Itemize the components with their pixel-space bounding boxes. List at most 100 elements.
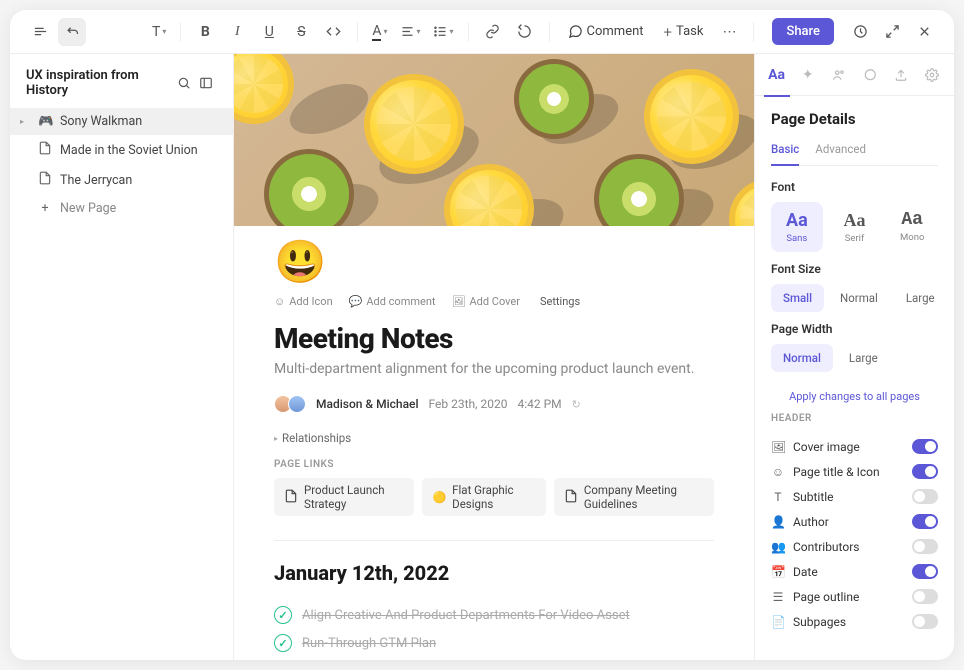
toggle-switch[interactable]	[912, 514, 938, 529]
panel-tab-ai[interactable]: ✦	[793, 60, 823, 90]
link-button[interactable]	[479, 18, 507, 46]
header-toggle-row: 📅Date	[771, 559, 938, 584]
details-panel: Aa ✦ Page Details Basic A	[754, 54, 954, 660]
sidebar-item[interactable]: ▸🎮Sony Walkman	[10, 108, 233, 135]
page-links-label: PAGE LINKS	[274, 459, 714, 470]
header-toggle-row: 👥Contributors	[771, 534, 938, 559]
search-icon[interactable]	[173, 72, 195, 94]
list-button[interactable]: ▾	[429, 18, 458, 46]
page-time: 4:42 PM	[517, 397, 561, 411]
more-icon[interactable]: ⋯	[715, 18, 743, 46]
apply-all-link[interactable]: Apply changes to all pages	[771, 390, 938, 403]
subtab-basic[interactable]: Basic	[771, 142, 799, 166]
italic-button[interactable]: I	[223, 18, 251, 46]
panel-tab-comments[interactable]	[855, 60, 885, 90]
page-width-label: Page Width	[771, 322, 938, 336]
page-authors: Madison & Michael Feb 23th, 2020 4:42 PM…	[274, 395, 714, 413]
page-title[interactable]: Meeting Notes	[274, 322, 714, 355]
section-heading[interactable]: January 12th, 2022	[274, 561, 714, 585]
toggle-switch[interactable]	[912, 489, 938, 504]
font-label: Font	[771, 180, 938, 194]
panel-tab-export[interactable]	[886, 60, 916, 90]
panel-title: Page Details	[771, 110, 938, 128]
toggle-switch[interactable]	[912, 539, 938, 554]
toggle-switch[interactable]	[912, 614, 938, 629]
size-option[interactable]: Normal	[828, 284, 890, 312]
page-meta-actions: ☺ Add Icon 💬 Add comment 🖼 Add Cover Set…	[274, 295, 714, 308]
header-toggle-row: ☺Page title & Icon	[771, 459, 938, 484]
image-icon: 🖼	[771, 440, 785, 454]
code-button[interactable]	[319, 18, 347, 46]
font-size-label: Font Size	[771, 262, 938, 276]
text-icon: T	[771, 490, 785, 504]
font-option[interactable]: AaSans	[771, 202, 823, 252]
task-button[interactable]: +Task	[656, 18, 712, 46]
share-button[interactable]: Share	[772, 18, 834, 45]
panel-tab-settings[interactable]	[917, 60, 947, 90]
toggle-switch[interactable]	[912, 564, 938, 579]
toggle-switch[interactable]	[912, 464, 938, 479]
close-icon[interactable]	[910, 18, 938, 46]
sidebar-item[interactable]: Made in the Soviet Union	[10, 135, 233, 165]
add-comment-button[interactable]: 💬 Add comment	[349, 295, 436, 308]
sidebar: UX inspiration from History ▸🎮Sony Walkm…	[10, 54, 234, 660]
sidebar-title: UX inspiration from History	[26, 68, 173, 98]
text-color-button[interactable]: A▾	[368, 18, 391, 46]
toggle-switch[interactable]	[912, 439, 938, 454]
refresh-icon[interactable]: ↻	[572, 398, 581, 411]
page-date: Feb 23th, 2020	[429, 397, 508, 411]
width-option[interactable]: Large	[837, 344, 890, 372]
author-names: Madison & Michael	[316, 397, 419, 411]
page-link-chip[interactable]: Company Meeting Guidelines	[554, 478, 714, 516]
new-page-button[interactable]: +New Page	[10, 195, 233, 222]
comment-button[interactable]: Comment	[560, 18, 652, 46]
header-toggle-row: ☰Page outline	[771, 584, 938, 609]
toggle-switch[interactable]	[912, 589, 938, 604]
page-subtitle[interactable]: Multi-department alignment for the upcom…	[274, 361, 714, 377]
app-window: T▾ B I U S A▾ ▾ ▾ Comment +Task ⋯	[10, 10, 954, 660]
underline-button[interactable]: U	[255, 18, 283, 46]
subtab-advanced[interactable]: Advanced	[815, 142, 866, 165]
expand-icon[interactable]	[878, 18, 906, 46]
toolbar: T▾ B I U S A▾ ▾ ▾ Comment +Task ⋯	[10, 10, 954, 54]
panel-tab-typography[interactable]: Aa	[762, 60, 792, 90]
task-item[interactable]: ✓Align Creative And Product Departments …	[274, 601, 714, 629]
font-option[interactable]: AaMono	[886, 202, 938, 252]
page-link-chip[interactable]: 🟡Flat Graphic Designs	[422, 478, 545, 516]
people-icon: 👥	[771, 540, 785, 554]
font-option[interactable]: AaSerif	[829, 202, 881, 252]
page-link-chip[interactable]: Product Launch Strategy	[274, 478, 414, 516]
task-item[interactable]: Review Copy Snippet With All Stakeholder…	[274, 657, 714, 660]
back-icon[interactable]	[58, 18, 86, 46]
task-checkbox[interactable]: ✓	[274, 606, 292, 624]
cover-image	[234, 54, 754, 226]
avatar	[288, 395, 306, 413]
collapse-sidebar-icon[interactable]	[195, 72, 217, 94]
task-checkbox[interactable]: ✓	[274, 634, 292, 652]
sidebar-item[interactable]: The Jerrycan	[10, 165, 233, 195]
text-style-button[interactable]: T▾	[148, 18, 170, 46]
size-option[interactable]: Small	[771, 284, 824, 312]
task-item[interactable]: ✓Run-Through GTM Plan	[274, 629, 714, 657]
undo-format-button[interactable]	[511, 18, 539, 46]
bold-button[interactable]: B	[191, 18, 219, 46]
size-option[interactable]: Large	[894, 284, 947, 312]
main-content: 😃 ☺ Add Icon 💬 Add comment 🖼 Add Cover S…	[234, 54, 754, 660]
pages-icon: 📄	[771, 615, 785, 629]
add-icon-button[interactable]: ☺ Add Icon	[274, 295, 333, 308]
header-toggle-row: 👤Author	[771, 509, 938, 534]
relationships-toggle[interactable]: ▸Relationships	[274, 431, 714, 445]
smile-icon: ☺	[771, 465, 785, 479]
header-toggle-row: TSubtitle	[771, 484, 938, 509]
menu-icon[interactable]	[26, 18, 54, 46]
panel-tab-people[interactable]	[824, 60, 854, 90]
page-settings-button[interactable]: Settings	[540, 295, 580, 308]
width-option[interactable]: Normal	[771, 344, 833, 372]
page-emoji[interactable]: 😃	[274, 238, 714, 287]
add-cover-button[interactable]: 🖼 Add Cover	[452, 295, 520, 308]
history-icon[interactable]	[846, 18, 874, 46]
align-button[interactable]: ▾	[396, 18, 425, 46]
header-toggle-row: 🖼Cover image	[771, 434, 938, 459]
strikethrough-button[interactable]: S	[287, 18, 315, 46]
person-icon: 👤	[771, 515, 785, 529]
